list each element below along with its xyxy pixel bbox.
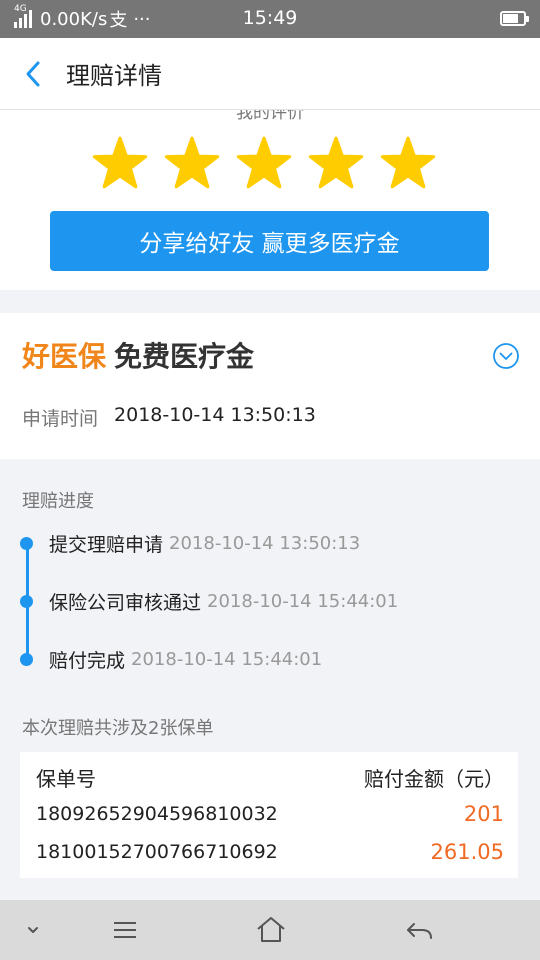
nav-collapse-button[interactable] <box>16 914 50 946</box>
rating-card: 我的评价 分享给好友 赢更多医疗金 <box>0 110 540 290</box>
table-row: 18092652904596810032 201 <box>36 799 504 829</box>
back-button[interactable] <box>18 58 50 90</box>
apply-time-value: 2018-10-14 13:50:13 <box>114 404 316 426</box>
star-icon[interactable] <box>92 136 148 192</box>
nav-home-button[interactable] <box>254 914 288 946</box>
payout-amount: 261.05 <box>430 840 504 864</box>
chevron-down-icon <box>28 927 38 933</box>
battery-icon <box>500 11 529 26</box>
product-name: 免费医疗金 <box>114 340 255 373</box>
policy-number: 18092652904596810032 <box>36 803 278 825</box>
progress-step: 保险公司审核通过 2018-10-14 15:44:01 <box>20 586 398 616</box>
expand-button[interactable] <box>492 342 520 370</box>
policy-number: 18100152700766710692 <box>36 841 278 863</box>
step-dot-icon <box>20 652 33 666</box>
step-time: 2018-10-14 15:44:01 <box>131 648 323 670</box>
nav-menu-button[interactable] <box>108 914 142 946</box>
star-icon[interactable] <box>380 136 436 192</box>
policy-summary: 本次理赔共涉及2张保单 <box>22 718 214 739</box>
star-icon[interactable] <box>236 136 292 192</box>
step-dot-icon <box>20 594 33 608</box>
nav-back-button[interactable] <box>402 914 436 946</box>
menu-icon <box>114 922 136 938</box>
step-time: 2018-10-14 15:44:01 <box>207 590 399 612</box>
policy-no-header: 保单号 <box>36 766 96 791</box>
star-icon[interactable] <box>308 136 364 192</box>
battery-fill <box>503 14 518 23</box>
status-bar: 4G 0.00K/s 支 ··· 15:49 <box>0 0 540 38</box>
star-icon[interactable] <box>164 136 220 192</box>
amount-header: 赔付金额（元） <box>364 766 504 791</box>
progress-title: 理赔进度 <box>22 491 94 512</box>
chevron-down-circle-icon <box>493 343 519 369</box>
progress-step: 提交理赔申请 2018-10-14 13:50:13 <box>20 528 360 558</box>
policy-table: 保单号 赔付金额（元） 18092652904596810032 201 181… <box>20 752 518 878</box>
header-bar: 理赔详情 <box>0 38 540 110</box>
page-title: 理赔详情 <box>66 62 162 90</box>
clock: 15:49 <box>242 7 298 29</box>
step-dot-icon <box>20 536 33 550</box>
product-title: 好医保 免费医疗金 <box>22 335 254 375</box>
table-row: 18100152700766710692 261.05 <box>36 837 504 867</box>
chevron-left-icon <box>26 61 40 87</box>
step-label: 提交理赔申请 <box>49 533 164 556</box>
policy-table-header: 保单号 赔付金额（元） <box>36 762 504 792</box>
apply-time-row: 申请时间 2018-10-14 13:50:13 <box>22 404 316 431</box>
payout-amount: 201 <box>463 802 504 826</box>
back-arrow-icon <box>407 923 432 939</box>
step-time: 2018-10-14 13:50:13 <box>169 532 361 554</box>
step-label: 赔付完成 <box>49 649 126 672</box>
home-icon <box>257 917 285 942</box>
product-card: 好医保 免费医疗金 申请时间 2018-10-14 13:50:13 <box>0 313 540 459</box>
star-rating <box>92 136 452 192</box>
apply-time-label: 申请时间 <box>22 408 99 430</box>
rating-caption: 我的评价 <box>236 110 304 123</box>
share-button[interactable]: 分享给好友 赢更多医疗金 <box>50 211 489 271</box>
progress-step: 赔付完成 2018-10-14 15:44:01 <box>20 644 322 674</box>
system-nav-bar <box>0 900 540 960</box>
step-label: 保险公司审核通过 <box>49 591 202 614</box>
brand-name: 好医保 <box>22 340 107 373</box>
